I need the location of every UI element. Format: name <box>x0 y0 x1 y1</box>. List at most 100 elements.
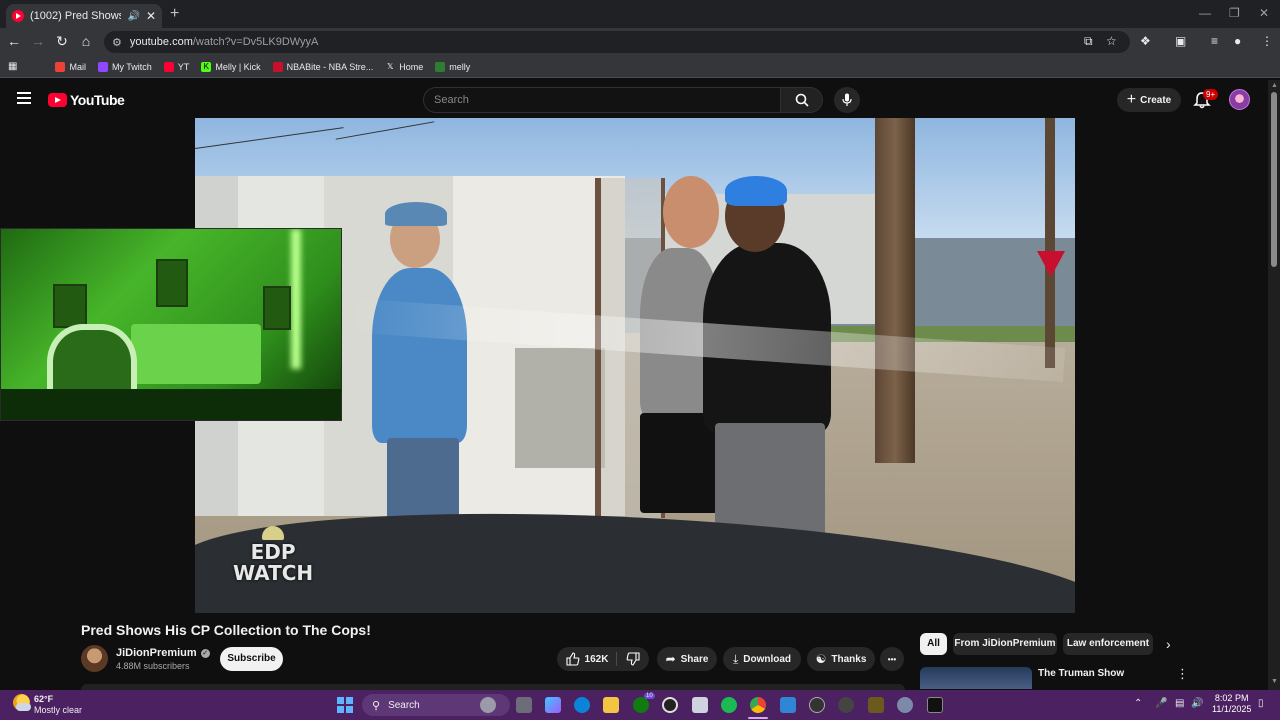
volume-icon[interactable]: 🔊 <box>1191 698 1203 709</box>
notification-center-icon[interactable]: ▯ <box>1258 698 1264 709</box>
site-info-icon[interactable]: ⚙ <box>112 36 122 49</box>
wall-poster <box>53 284 87 328</box>
settings-icon[interactable] <box>897 697 913 713</box>
subscribe-button[interactable]: Subscribe <box>220 647 283 671</box>
epic-games-icon[interactable] <box>927 697 943 713</box>
close-window-icon[interactable]: ✕ <box>1259 6 1269 20</box>
chip-all[interactable]: All <box>920 633 947 655</box>
scroll-up-icon[interactable]: ▲ <box>1271 82 1278 89</box>
chip-law-enforcement[interactable]: Law enforcement <box>1063 633 1153 655</box>
browser-tab-youtube[interactable]: (1002) Pred Shows His CP C 🔊 ✕ <box>6 4 162 28</box>
weather-condition[interactable]: Mostly clear <box>34 705 82 715</box>
channel-name[interactable]: JiDionPremium ✓ <box>116 647 210 659</box>
apps-grid-icon[interactable]: ▦ <box>8 61 17 72</box>
spotify-icon[interactable] <box>721 697 737 713</box>
media-controls-icon[interactable]: ▣ <box>1175 34 1186 48</box>
browser-tab-strip: (1002) Pred Shows His CP C 🔊 ✕ + — ❐ ✕ <box>0 0 1280 28</box>
page-scrollbar[interactable]: ▲ ▼ <box>1268 80 1280 690</box>
home-icon[interactable]: ⌂ <box>77 33 95 49</box>
bookmark-my-twitch[interactable]: My Twitch <box>97 61 152 72</box>
search-input[interactable]: Search <box>423 87 781 113</box>
search-button[interactable] <box>781 87 823 113</box>
address-bar[interactable]: ⚙ youtube.com/watch?v=Dv5LK9DWyyA <box>104 31 1130 53</box>
thumbs-up-icon <box>565 652 579 666</box>
youtube-logo-text: YouTube <box>70 92 125 108</box>
teams-badge: 10 <box>644 693 655 699</box>
app-icon[interactable] <box>868 697 884 713</box>
tab-close-icon[interactable]: ✕ <box>146 9 156 23</box>
gmail-icon <box>55 61 66 72</box>
recommendation-title[interactable]: The Truman Show <box>1038 668 1124 679</box>
file-explorer-icon[interactable] <box>603 697 619 713</box>
recommendation-thumbnail[interactable] <box>920 667 1032 689</box>
channel-avatar[interactable] <box>81 645 108 672</box>
restore-icon[interactable]: ❐ <box>1229 6 1240 20</box>
clock-time: 8:02 PM <box>1214 693 1249 703</box>
profile-icon[interactable]: ● <box>1234 34 1241 48</box>
scrollbar-thumb[interactable] <box>1271 92 1277 267</box>
bookmarks-bar: ▦ Mail My Twitch YT K Melly | Kick NBABit… <box>0 56 1280 78</box>
webcam-overlay <box>0 228 342 421</box>
bookmark-nbabite[interactable]: NBABite - NBA Stre... <box>272 61 373 72</box>
steam-icon[interactable] <box>662 697 678 713</box>
weather-temperature[interactable]: 62°F <box>34 694 53 704</box>
search-icon <box>795 93 809 107</box>
weather-icon[interactable] <box>13 694 31 711</box>
back-icon[interactable]: ← <box>5 33 23 49</box>
thanks-button[interactable]: ☯ Thanks <box>807 647 875 671</box>
edge-icon[interactable] <box>574 697 590 713</box>
bookmark-home[interactable]: 𝕏 Home <box>385 62 423 72</box>
microphone-tray-icon[interactable]: 🎤 <box>1155 698 1167 709</box>
install-app-icon[interactable]: ⧉ <box>1084 34 1093 49</box>
bookmark-mail[interactable]: Mail <box>55 61 86 72</box>
voice-search-button[interactable] <box>834 87 860 113</box>
start-button-icon[interactable] <box>337 697 353 713</box>
create-button[interactable]: + Create <box>1117 88 1181 112</box>
bookmark-melly[interactable]: melly <box>435 61 470 72</box>
guide-menu-icon[interactable] <box>17 92 31 104</box>
microsoft-store-icon[interactable] <box>692 697 708 713</box>
chrome-icon[interactable] <box>750 697 766 713</box>
bookmark-yt[interactable]: YT <box>163 61 189 72</box>
video-frame-pole <box>875 118 915 463</box>
copilot-icon[interactable] <box>545 697 561 713</box>
windows-taskbar: 62°F Mostly clear ⚲ Search 10 ⌃ 🎤 ▤ 🔊 8:… <box>0 690 1280 720</box>
system-clock[interactable]: 8:02 PM 11/1/2025 <box>1212 693 1251 715</box>
chevron-right-icon[interactable]: › <box>1166 636 1171 652</box>
network-icon[interactable]: ▤ <box>1175 698 1184 709</box>
reload-icon[interactable]: ↻ <box>53 33 71 50</box>
recommendation-more-icon[interactable]: ⋮ <box>1176 666 1189 682</box>
dislike-button[interactable] <box>617 647 649 671</box>
download-icon: ⤓ <box>732 651 739 666</box>
chip-from-channel[interactable]: From JiDionPremium <box>953 633 1057 655</box>
scroll-down-icon[interactable]: ▼ <box>1271 678 1278 685</box>
more-actions-button[interactable]: ••• <box>880 647 904 671</box>
xbox-icon[interactable] <box>633 697 649 713</box>
forward-icon[interactable]: → <box>29 33 47 49</box>
youtube-play-logo-icon <box>48 93 67 107</box>
photos-icon[interactable] <box>780 697 796 713</box>
bookmark-melly-kick[interactable]: K Melly | Kick <box>201 61 261 72</box>
account-avatar[interactable] <box>1229 89 1250 110</box>
subscriber-count: 4.88M subscribers <box>116 661 190 671</box>
reading-list-icon[interactable]: ≡ <box>1211 34 1218 48</box>
new-tab-button[interactable]: + <box>170 5 179 23</box>
bookmark-star-icon[interactable]: ☆ <box>1106 34 1117 48</box>
tab-audio-icon[interactable]: 🔊 <box>127 11 139 22</box>
like-button[interactable]: 162K <box>557 647 617 671</box>
extensions-icon[interactable]: ❖ <box>1140 34 1151 48</box>
twitch-icon <box>97 61 108 72</box>
show-hidden-icons-icon[interactable]: ⌃ <box>1134 698 1142 709</box>
youtube-logo[interactable]: YouTube <box>48 92 125 108</box>
media-player-icon[interactable] <box>809 697 825 713</box>
search-box: Search <box>423 87 823 113</box>
microphone-icon <box>842 93 852 106</box>
obs-icon[interactable] <box>838 697 854 713</box>
download-button[interactable]: ⤓ Download <box>723 647 801 671</box>
share-button[interactable]: ➦ Share <box>657 647 717 671</box>
like-count: 162K <box>584 653 609 665</box>
minimize-icon[interactable]: — <box>1199 6 1211 20</box>
widgets-icon[interactable] <box>480 697 496 713</box>
task-view-icon[interactable] <box>516 697 532 713</box>
chrome-menu-icon[interactable]: ⋮ <box>1261 34 1273 48</box>
